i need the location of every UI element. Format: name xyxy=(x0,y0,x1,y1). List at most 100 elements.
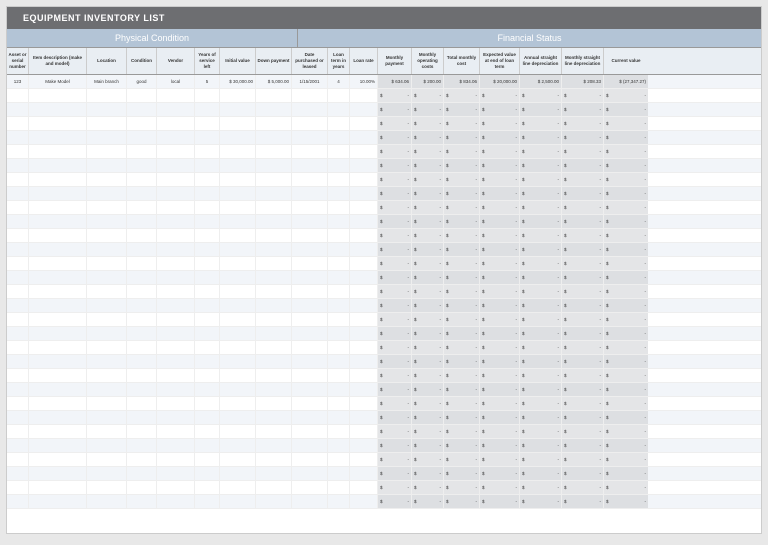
cell[interactable] xyxy=(157,453,195,466)
table-row[interactable]: 123Make ModelMain branchgoodlocal5$ 30,0… xyxy=(7,75,761,89)
cell[interactable]: $- xyxy=(562,299,604,312)
cell[interactable]: $- xyxy=(520,397,562,410)
cell[interactable] xyxy=(220,243,256,256)
table-row[interactable]: $-$-$-$-$-$-$- xyxy=(7,383,761,397)
cell[interactable] xyxy=(256,159,292,172)
cell[interactable]: $- xyxy=(444,481,480,494)
cell[interactable] xyxy=(350,495,378,508)
cell[interactable] xyxy=(328,341,350,354)
cell[interactable] xyxy=(220,453,256,466)
cell[interactable]: $- xyxy=(562,285,604,298)
cell[interactable] xyxy=(292,313,328,326)
cell[interactable]: $- xyxy=(378,89,412,102)
cell[interactable] xyxy=(87,285,127,298)
cell[interactable]: $- xyxy=(562,215,604,228)
cell[interactable] xyxy=(220,257,256,270)
cell[interactable]: $- xyxy=(520,439,562,452)
cell[interactable] xyxy=(220,159,256,172)
cell[interactable]: $- xyxy=(562,481,604,494)
cell[interactable]: $- xyxy=(604,131,648,144)
cell[interactable] xyxy=(29,397,87,410)
cell[interactable]: $- xyxy=(520,271,562,284)
cell[interactable]: $- xyxy=(520,215,562,228)
cell[interactable]: $- xyxy=(604,481,648,494)
cell[interactable] xyxy=(7,131,29,144)
cell[interactable] xyxy=(195,145,220,158)
cell[interactable] xyxy=(157,467,195,480)
cell[interactable]: $- xyxy=(444,173,480,186)
cell[interactable]: $- xyxy=(480,131,520,144)
cell[interactable]: $- xyxy=(480,397,520,410)
cell[interactable] xyxy=(328,425,350,438)
cell[interactable] xyxy=(7,313,29,326)
cell[interactable]: $- xyxy=(480,229,520,242)
cell[interactable]: $- xyxy=(480,341,520,354)
cell[interactable] xyxy=(292,103,328,116)
cell[interactable]: $- xyxy=(412,243,444,256)
cell[interactable]: $- xyxy=(520,89,562,102)
cell[interactable] xyxy=(157,243,195,256)
cell[interactable] xyxy=(29,271,87,284)
cell[interactable]: $- xyxy=(444,341,480,354)
cell[interactable]: $- xyxy=(378,271,412,284)
cell[interactable] xyxy=(157,145,195,158)
cell[interactable] xyxy=(29,355,87,368)
cell[interactable] xyxy=(256,229,292,242)
cell[interactable] xyxy=(292,285,328,298)
cell[interactable] xyxy=(292,439,328,452)
cell[interactable]: $- xyxy=(520,285,562,298)
cell[interactable]: $- xyxy=(378,299,412,312)
cell[interactable] xyxy=(7,89,29,102)
cell[interactable]: $- xyxy=(520,383,562,396)
cell[interactable] xyxy=(127,257,157,270)
cell[interactable] xyxy=(256,397,292,410)
cell[interactable]: $ 208.33 xyxy=(562,75,604,88)
cell[interactable] xyxy=(220,481,256,494)
cell[interactable] xyxy=(256,341,292,354)
cell[interactable]: 10.00% xyxy=(350,75,378,88)
cell[interactable]: $- xyxy=(604,299,648,312)
cell[interactable] xyxy=(220,313,256,326)
cell[interactable] xyxy=(127,229,157,242)
cell[interactable]: $- xyxy=(412,369,444,382)
cell[interactable] xyxy=(220,187,256,200)
cell[interactable] xyxy=(157,313,195,326)
cell[interactable]: $- xyxy=(562,271,604,284)
cell[interactable]: $- xyxy=(480,215,520,228)
cell[interactable] xyxy=(87,341,127,354)
cell[interactable] xyxy=(292,229,328,242)
cell[interactable] xyxy=(350,187,378,200)
cell[interactable] xyxy=(220,103,256,116)
cell[interactable] xyxy=(256,201,292,214)
cell[interactable] xyxy=(127,313,157,326)
cell[interactable] xyxy=(195,411,220,424)
cell[interactable] xyxy=(127,327,157,340)
cell[interactable]: $- xyxy=(480,369,520,382)
cell[interactable]: $- xyxy=(378,103,412,116)
cell[interactable]: $- xyxy=(444,103,480,116)
cell[interactable] xyxy=(29,215,87,228)
cell[interactable] xyxy=(328,187,350,200)
cell[interactable]: $- xyxy=(604,439,648,452)
cell[interactable] xyxy=(127,243,157,256)
cell[interactable]: $- xyxy=(412,453,444,466)
cell[interactable]: $- xyxy=(562,103,604,116)
cell[interactable] xyxy=(7,341,29,354)
cell[interactable]: $- xyxy=(562,145,604,158)
cell[interactable] xyxy=(220,495,256,508)
cell[interactable] xyxy=(195,383,220,396)
cell[interactable] xyxy=(127,89,157,102)
cell[interactable]: $- xyxy=(378,285,412,298)
cell[interactable] xyxy=(7,411,29,424)
cell[interactable]: $- xyxy=(378,187,412,200)
cell[interactable] xyxy=(157,481,195,494)
cell[interactable]: $- xyxy=(480,159,520,172)
cell[interactable]: $- xyxy=(520,411,562,424)
cell[interactable]: $- xyxy=(444,229,480,242)
cell[interactable] xyxy=(29,131,87,144)
cell[interactable]: $- xyxy=(480,257,520,270)
cell[interactable] xyxy=(195,201,220,214)
cell[interactable] xyxy=(220,439,256,452)
cell[interactable]: $- xyxy=(520,117,562,130)
cell[interactable] xyxy=(350,117,378,130)
